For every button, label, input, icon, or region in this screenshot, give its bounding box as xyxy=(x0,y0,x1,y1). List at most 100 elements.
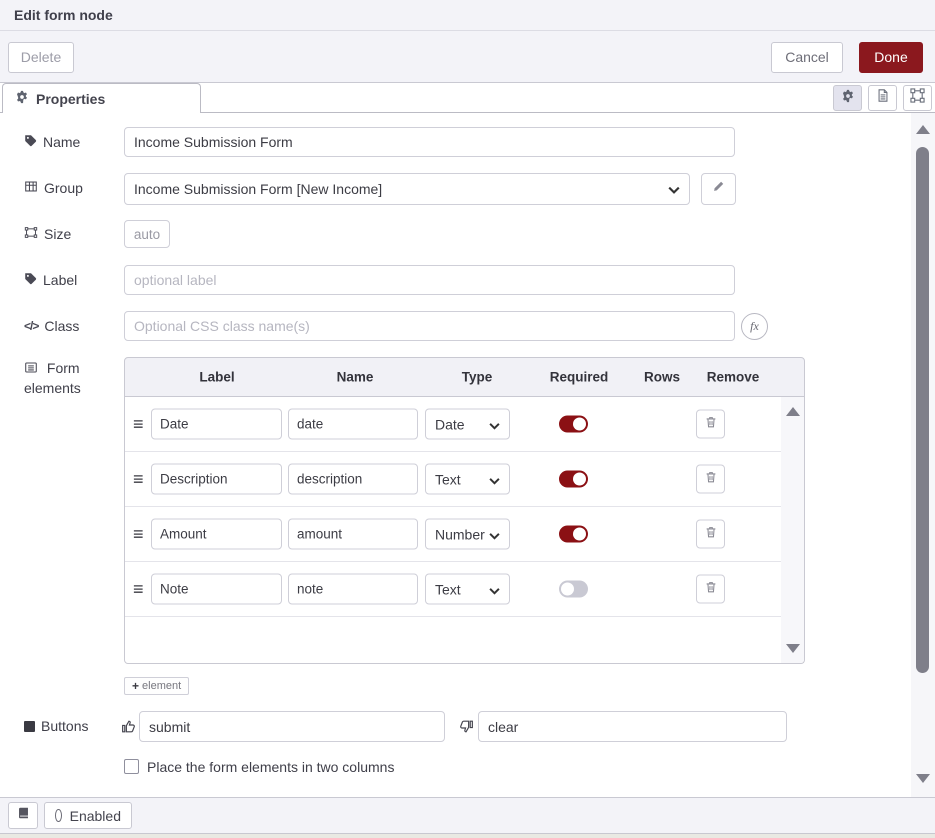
required-toggle[interactable] xyxy=(559,416,588,433)
required-toggle[interactable] xyxy=(559,526,588,543)
scroll-down-arrow-icon[interactable] xyxy=(916,774,930,783)
scroll-up-arrow-icon[interactable] xyxy=(786,407,800,416)
element-name-input[interactable] xyxy=(288,519,418,550)
col-header-type: Type xyxy=(462,370,493,385)
col-header-label: Label xyxy=(199,370,234,385)
col-header-remove: Remove xyxy=(707,370,760,385)
properties-panel: Name Group Income Submission Form [New I… xyxy=(0,113,935,797)
drag-handle-icon[interactable]: ≡ xyxy=(133,415,144,433)
delete-button[interactable]: Delete xyxy=(8,42,74,73)
element-type-select[interactable]: Text xyxy=(425,574,510,605)
element-type-select[interactable]: Number xyxy=(425,519,510,550)
scroll-up-arrow-icon[interactable] xyxy=(916,125,930,134)
table-row: ≡ Number xyxy=(125,507,781,562)
edit-group-button[interactable] xyxy=(701,173,736,205)
pencil-icon xyxy=(712,180,725,198)
tab-properties-label: Properties xyxy=(36,91,105,107)
element-type-select[interactable]: Text xyxy=(425,464,510,495)
dialog-title: Edit form node xyxy=(0,0,935,31)
list-scrollbar[interactable] xyxy=(781,397,804,663)
chevron-down-icon xyxy=(668,181,680,197)
description-view-button[interactable] xyxy=(868,85,897,111)
remove-element-button[interactable] xyxy=(696,410,725,439)
toggle-knob xyxy=(573,418,586,431)
add-element-button[interactable]: + element xyxy=(124,677,189,695)
remove-element-button[interactable] xyxy=(696,520,725,549)
remove-element-button[interactable] xyxy=(696,575,725,604)
element-type-value: Date xyxy=(435,416,465,432)
properties-view-button[interactable] xyxy=(833,85,862,111)
submit-button-text-input[interactable] xyxy=(139,711,445,742)
element-name-input[interactable] xyxy=(288,574,418,605)
chevron-down-icon xyxy=(489,471,500,487)
enabled-label: Enabled xyxy=(70,808,121,824)
required-toggle[interactable] xyxy=(559,471,588,488)
trash-icon xyxy=(704,524,718,544)
node-enabled-button[interactable]: Enabled xyxy=(44,802,132,829)
book-icon xyxy=(17,806,30,825)
document-icon xyxy=(876,88,890,108)
class-input[interactable] xyxy=(124,311,735,341)
remove-element-button[interactable] xyxy=(696,465,725,494)
element-label-input[interactable] xyxy=(151,574,282,605)
thumbs-down-icon xyxy=(458,718,475,735)
label-field-label: Label xyxy=(24,272,77,288)
toggle-knob xyxy=(573,473,586,486)
thumbs-up-icon xyxy=(120,718,137,735)
clear-button-text-input[interactable] xyxy=(478,711,787,742)
label-input[interactable] xyxy=(124,265,735,295)
element-type-value: Number xyxy=(435,526,485,542)
element-label-input[interactable] xyxy=(151,464,282,495)
size-field-label: Size xyxy=(24,226,71,242)
trash-icon xyxy=(704,414,718,434)
tab-properties[interactable]: Properties xyxy=(2,83,201,113)
name-input[interactable] xyxy=(124,127,735,157)
node-appearance-icon xyxy=(910,88,925,108)
tab-bar: Properties xyxy=(0,83,935,113)
element-name-input[interactable] xyxy=(288,464,418,495)
tag-icon xyxy=(24,272,37,288)
table-row: ≡ Text xyxy=(125,562,781,617)
col-header-name: Name xyxy=(337,370,374,385)
add-element-label: element xyxy=(142,680,181,692)
status-circle-icon xyxy=(55,809,62,822)
cancel-button[interactable]: Cancel xyxy=(771,42,843,73)
gear-icon xyxy=(841,89,855,108)
table-row: ≡ Text xyxy=(125,452,781,507)
node-help-button[interactable] xyxy=(8,802,38,829)
buttons-field-label: Buttons xyxy=(24,718,88,734)
appearance-view-button[interactable] xyxy=(903,85,932,111)
code-icon: </> xyxy=(24,319,38,333)
toggle-knob xyxy=(573,528,586,541)
col-header-rows: Rows xyxy=(644,370,680,385)
fx-expand-button[interactable]: fx xyxy=(741,313,768,340)
tray-tools xyxy=(833,85,932,111)
scrollbar-thumb[interactable] xyxy=(916,147,929,673)
chevron-down-icon xyxy=(489,526,500,542)
group-select[interactable]: Income Submission Form [New Income] xyxy=(124,173,690,205)
gear-icon xyxy=(15,90,29,107)
drag-handle-icon[interactable]: ≡ xyxy=(133,580,144,598)
table-icon xyxy=(24,180,38,196)
chevron-down-icon xyxy=(489,416,500,432)
scroll-down-arrow-icon[interactable] xyxy=(786,644,800,653)
two-columns-checkbox[interactable] xyxy=(124,759,139,774)
size-button[interactable]: auto xyxy=(124,220,170,248)
name-field-label: Name xyxy=(24,134,80,150)
square-icon xyxy=(24,721,35,732)
drag-handle-icon[interactable]: ≡ xyxy=(133,470,144,488)
element-type-select[interactable]: Date xyxy=(425,409,510,440)
required-toggle[interactable] xyxy=(559,581,588,598)
panel-scrollbar[interactable] xyxy=(911,113,935,797)
object-group-icon xyxy=(24,226,38,242)
drag-handle-icon[interactable]: ≡ xyxy=(133,525,144,543)
element-type-value: Text xyxy=(435,471,461,487)
element-label-input[interactable] xyxy=(151,409,282,440)
chevron-down-icon xyxy=(489,581,500,597)
group-field-label: Group xyxy=(24,180,83,196)
toggle-knob xyxy=(561,583,574,596)
done-button[interactable]: Done xyxy=(859,42,923,73)
element-name-input[interactable] xyxy=(288,409,418,440)
class-field-label: </> Class xyxy=(24,318,79,334)
element-label-input[interactable] xyxy=(151,519,282,550)
